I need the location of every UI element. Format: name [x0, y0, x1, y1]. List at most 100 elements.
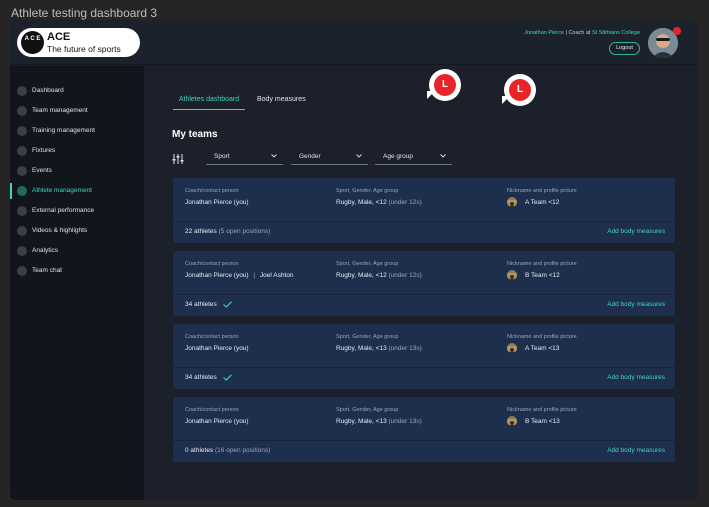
filter-label: Sport [214, 153, 230, 160]
age-value: <12 [375, 272, 387, 279]
age-value: <13 [375, 345, 387, 352]
window-title: Athlete testing dashboard 3 [11, 6, 158, 20]
sidebar-item-label: Dashboard [32, 87, 64, 94]
athlete-count: 34 athletes [185, 374, 232, 381]
age-group-filter[interactable]: Age group [375, 150, 452, 165]
sport-label: Sport, Gender, Age group [336, 334, 399, 340]
team-card[interactable]: Coach/contact person Jonathan Pierce (yo… [173, 397, 675, 462]
check-icon [222, 301, 232, 308]
nav-icon [17, 126, 27, 136]
add-body-measures-link[interactable]: Add body measures [607, 374, 665, 381]
team-nickname: B Team <13 [525, 418, 560, 425]
team-card[interactable]: Coach/contact person Jonathan Pierce (yo… [173, 324, 675, 389]
coach-name: Jonathan Pierce (you) [185, 272, 249, 279]
coach-separator: | [253, 272, 256, 279]
athlete-count: 22 athletes (5 open positions) [185, 228, 270, 235]
sidebar-item-training-management[interactable]: Training management [10, 123, 144, 139]
nav-icon [17, 266, 27, 276]
team-card[interactable]: Coach/contact person Jonathan Pierce (yo… [173, 251, 675, 316]
chevron-down-icon [440, 154, 446, 158]
sidebar-item-label: Team chat [32, 267, 62, 274]
team-card[interactable]: Coach/contact person Jonathan Pierce (yo… [173, 178, 675, 243]
brand-mark: A C E [21, 31, 44, 54]
sidebar-item-team-management[interactable]: Team management [10, 103, 144, 119]
age-note: (under 12s) [388, 199, 422, 206]
sidebar-item-analytics[interactable]: Analytics [10, 243, 144, 259]
second-coach-name: Joel Ashton [259, 272, 294, 279]
sport-value: Rugby, Male, <13 (under 13s) [336, 418, 422, 425]
tab-athletes-dashboard[interactable]: Athletes dashboard [173, 96, 245, 110]
sport-name: Rugby, [336, 418, 357, 425]
sport-filter[interactable]: Sport [206, 150, 283, 165]
card-divider [173, 294, 675, 295]
card-divider [173, 221, 675, 222]
active-indicator [10, 183, 12, 199]
gender-value: Male, [357, 418, 374, 425]
gender-value: Male, [357, 199, 374, 206]
chevron-down-icon [271, 154, 277, 158]
coach-value: Jonathan Pierce (you) [185, 418, 249, 425]
team-nickname: A Team <13 [525, 345, 560, 352]
sidebar-item-label: Analytics [32, 247, 59, 254]
sidebar-item-label: Events [32, 167, 52, 174]
user-badge[interactable]: L [427, 69, 461, 101]
nav-icon [17, 246, 27, 256]
nav-icon [17, 186, 27, 196]
gender-value: Male, [357, 272, 374, 279]
sidebar-item-videos-highlights[interactable]: Videos & highlights [10, 223, 144, 239]
nav-icon [17, 166, 27, 176]
user-org: St Stithians College [592, 30, 640, 36]
add-body-measures-link[interactable]: Add body measures [607, 447, 665, 454]
card-divider [173, 440, 675, 441]
gender-value: Male, [357, 345, 374, 352]
open-positions: (16 open positions) [215, 447, 271, 454]
filter-label: Age group [383, 153, 413, 160]
top-bar: A C E ACE The future of sports Jonathan … [10, 20, 698, 65]
athlete-count: 34 athletes [185, 301, 232, 308]
sport-name: Rugby, [336, 272, 357, 279]
check-icon [222, 374, 232, 381]
nickname-label: Nickname and profile picture [507, 261, 577, 267]
user-badge[interactable]: L [502, 74, 536, 106]
sport-label: Sport, Gender, Age group [336, 261, 399, 267]
coach-name: Jonathan Pierce (you) [185, 199, 249, 206]
athlete-count-value: 22 athletes [185, 228, 217, 235]
athlete-count-value: 34 athletes [185, 374, 217, 382]
sidebar-item-fixtures[interactable]: Fixtures [10, 143, 144, 159]
nav-icon [17, 86, 27, 96]
section-title: My teams [172, 129, 218, 140]
coach-name: Jonathan Pierce (you) [185, 345, 249, 352]
sidebar-item-external-performance[interactable]: External performance [10, 203, 144, 219]
sidebar-item-dashboard[interactable]: Dashboard [10, 83, 144, 99]
sidebar-item-label: Training management [32, 127, 95, 134]
sidebar-item-team-chat[interactable]: Team chat [10, 263, 144, 279]
filter-icon[interactable] [172, 154, 184, 164]
nav-icon [17, 106, 27, 116]
sidebar: Dashboard Team management Training manag… [10, 66, 144, 500]
sidebar-item-label: External performance [32, 207, 95, 214]
sidebar-item-label: Athlete management [32, 187, 92, 194]
gender-filter[interactable]: Gender [291, 150, 368, 165]
age-note: (under 13s) [388, 418, 422, 425]
user-role: | Coach at [565, 30, 591, 36]
sport-value: Rugby, Male, <12 (under 12s) [336, 199, 422, 206]
add-body-measures-link[interactable]: Add body measures [607, 228, 665, 235]
brand-name: ACE [47, 31, 71, 43]
card-divider [173, 367, 675, 368]
nav-icon [17, 146, 27, 156]
sidebar-item-athlete-management[interactable]: Athlete management [10, 183, 144, 199]
add-body-measures-link[interactable]: Add body measures [607, 301, 665, 308]
sport-name: Rugby, [336, 345, 357, 352]
sport-label: Sport, Gender, Age group [336, 407, 399, 413]
nickname-label: Nickname and profile picture [507, 407, 577, 413]
team-profile-picture [507, 416, 517, 426]
tab-body-measures[interactable]: Body measures [257, 96, 306, 103]
brand-logo[interactable]: A C E ACE The future of sports [17, 28, 140, 57]
badge-initial: L [434, 74, 456, 96]
sidebar-item-events[interactable]: Events [10, 163, 144, 179]
age-note: (under 13s) [388, 345, 422, 352]
athlete-count-value: 34 athletes [185, 301, 217, 309]
team-nickname: A Team <12 [525, 199, 560, 206]
athlete-count-value: 0 athletes [185, 447, 214, 454]
logout-button[interactable]: Logout [609, 42, 640, 55]
